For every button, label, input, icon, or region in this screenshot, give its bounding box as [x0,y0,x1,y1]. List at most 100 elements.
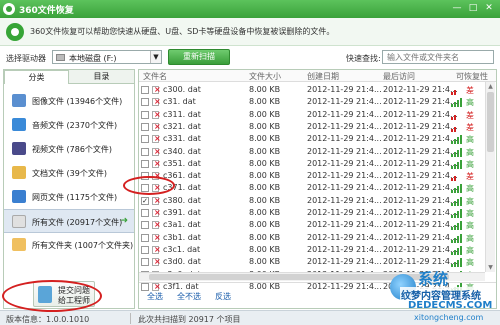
row-checkbox[interactable] [141,86,149,94]
table-row[interactable]: c3a1. dat 8.00 KB 2012-11-29 21:4...2012-1… [139,219,484,231]
webpage-icon [12,190,26,203]
created-date: 2012-11-29 21:4... [307,257,382,267]
table-row[interactable]: c371. dat8.00 KB2012-11-29 21:4...2012-1… [139,182,484,194]
recoverability: 高 [466,209,474,218]
tab-category[interactable]: 分类 [4,70,69,84]
col-header-accessed[interactable]: 最后访问 [383,71,415,82]
table-row[interactable]: c351. dat 8.00 KB 2012-11-29 21:4...2012-1… [139,158,484,170]
col-header-created[interactable]: 创建日期 [307,71,339,82]
row-checkbox[interactable] [141,110,149,119]
select-all-link[interactable]: 全选 [147,291,163,302]
created-date: 2012-11-29 21:4... [307,121,382,131]
version-info: 版本信息：1.0.0.1010 [6,315,90,324]
minimize-button[interactable]: — [450,2,464,15]
deleted-file-icon [152,208,161,217]
table-row[interactable]: c311. dat 8.00 KB 2012-11-29 21:4...2012-1… [139,109,484,121]
table-row[interactable]: c3c1. dat 8.00 KB 2012-11-29 21:4...2012-1… [139,244,484,256]
signal-bars-icon [451,111,463,120]
search-input[interactable] [382,50,494,64]
sidebar-item-audio[interactable]: 音频文件 (2370个文件) [4,113,134,137]
table-row[interactable]: ✓ c380. dat 8.00 KB 2012-11-29 21:4...2012-… [139,195,484,207]
row-checkbox[interactable] [141,159,149,168]
sidebar-item-images[interactable]: 图像文件 (13946个文件) [4,89,134,113]
file-size: 8.00 KB [249,220,281,230]
drive-select[interactable]: 本地磁盘 (F:) ▼ [52,50,162,64]
sidebar-item-webpages[interactable]: 网页文件 (1175个文件) [4,185,134,209]
created-date: 2012-11-29 21:4... [307,195,382,205]
sidebar: 分类 目录 图像文件 (13946个文件) 音频文件 (2370个文件) 视频文… [3,69,135,309]
col-header-size[interactable]: 文件大小 [249,71,281,82]
invert-selection-link[interactable]: 反选 [215,291,231,302]
deleted-file-icon [152,122,161,131]
row-checkbox[interactable] [141,209,149,217]
row-checkbox[interactable] [141,147,149,156]
vertical-scrollbar[interactable]: ▲ ▼ [485,82,495,272]
image-icon [12,94,26,107]
table-row[interactable]: c340. dat 8.00 KB 2012-11-29 21:4...2012-1… [139,146,484,158]
table-row[interactable]: c391. dat 8.00 KB 2012-11-29 21:4...2012-1… [139,207,484,219]
signal-bars-icon [451,245,463,255]
highlight-circle-row [123,176,175,195]
row-checkbox[interactable] [141,221,149,230]
table-row[interactable]: c3b1. dat 8.00 KB 2012-11-29 21:4...2012-1… [139,232,484,244]
file-size: 8.00 KB [249,244,281,254]
sidebar-item-all-folders[interactable]: 所有文件夹 (1007个文件夹) [4,233,134,257]
sidebar-item-video[interactable]: 视频文件 (786个文件) [4,137,134,161]
file-size: 8.00 KB [249,121,281,131]
row-checkbox[interactable] [141,258,149,267]
table-row[interactable]: c331. dat 8.00 KB 2012-11-29 21:4...2012-1… [139,133,484,145]
table-row[interactable]: c321. dat 8.00 KB 2012-11-29 21:4...2012-1… [139,121,484,133]
row-checkbox[interactable] [141,98,149,107]
all-files-icon [12,215,26,228]
deleted-file-icon [152,159,161,168]
table-row[interactable]: c300. dat 8.00 KB 2012-11-29 21:4...2012-1… [139,84,484,96]
row-checkbox[interactable] [141,245,149,254]
recoverability: 高 [466,196,474,206]
scan-count: 此次共扫描到 20917 个项目 [138,315,241,324]
sidebar-item-all-files[interactable]: 所有文件 (20917个文件) ➜ [4,209,134,233]
file-size: 8.00 KB [249,85,281,94]
sidebar-item-documents[interactable]: 文档文件 (39个文件) [4,161,134,185]
accessed-date: 2012-11-29 21:4... [383,121,458,131]
signal-bars-icon [451,135,463,145]
scroll-up-icon[interactable]: ▲ [486,82,495,91]
close-button[interactable]: ✕ [482,2,496,15]
chevron-down-icon[interactable]: ▼ [150,51,161,63]
select-none-link[interactable]: 全不选 [177,291,201,302]
folder-icon [12,238,26,251]
recoverability: 差 [466,86,474,95]
maximize-button[interactable]: □ [466,2,480,15]
signal-bars-icon [451,172,463,182]
col-header-quality[interactable]: 可恢复性 [456,71,488,82]
rescan-button[interactable]: 重新扫描 [168,49,230,65]
file-size: 8.00 KB [249,208,281,217]
table-row[interactable]: c31. dat 8.00 KB 2012-11-29 21:4...2012-11… [139,96,484,108]
row-checkbox[interactable] [141,135,149,144]
file-size: 8.00 KB [249,171,281,181]
row-checkbox[interactable] [141,233,149,242]
watermark-line2: DEDECMS.COM [408,300,493,311]
tab-directory[interactable]: 目录 [69,70,134,84]
created-date: 2012-11-29 21:4... [307,244,382,254]
col-header-name[interactable]: 文件名 [143,71,167,82]
scroll-thumb[interactable] [487,92,494,152]
accessed-date: 2012-11-29 21:4... [383,244,458,254]
table-row[interactable]: c361. dat8.00 KB2012-11-29 21:4...2012-1… [139,170,484,182]
table-row[interactable]: c3d0. dat 8.00 KB 2012-11-29 21:4...2012-1… [139,256,484,268]
watermark-line3: xitongcheng.com [414,313,484,322]
status-divider [130,313,131,324]
recoverability: 差 [466,122,474,132]
deleted-file-icon [152,85,161,94]
sidebar-item-label: 所有文件夹 (1007个文件夹) [32,241,134,250]
arrow-right-icon: ➜ [120,216,128,226]
created-date: 2012-11-29 21:4... [307,220,382,230]
created-date: 2012-11-29 21:4... [307,158,382,168]
created-date: 2012-11-29 21:4... [307,208,382,217]
accessed-date: 2012-11-29 21:4... [383,195,458,205]
file-size: 8.00 KB [249,257,281,267]
row-checkbox[interactable] [141,122,149,131]
file-name: c3d0. dat [163,257,201,267]
row-checkbox[interactable]: ✓ [141,196,149,205]
file-name: c311. dat [163,109,201,119]
banner-text: 360文件恢复可以帮助您快速从硬盘、U盘、SD卡等硬盘设备中恢复被误删除的文件。 [30,27,335,36]
